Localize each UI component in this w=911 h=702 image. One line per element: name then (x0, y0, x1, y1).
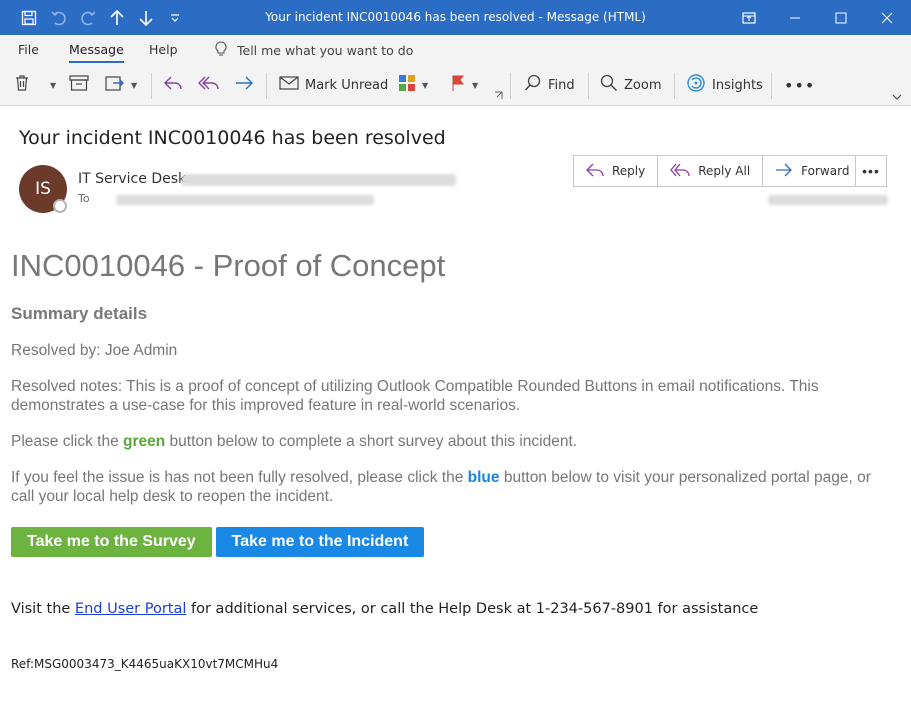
categorize-button[interactable]: ▼ (398, 66, 428, 104)
chevron-down-icon[interactable]: ▼ (422, 81, 428, 90)
message-subject: Your incident INC0010046 has been resolv… (19, 127, 446, 149)
move-to-folder-icon (105, 74, 125, 96)
collapse-ribbon-icon[interactable] (892, 90, 902, 104)
chevron-down-icon[interactable]: ▼ (50, 81, 56, 90)
survey-instruction: Please click the green button below to c… (11, 432, 891, 451)
tab-message[interactable]: Message (69, 42, 124, 63)
flag-icon (450, 74, 466, 96)
response-buttons: Reply Reply All Forward (573, 155, 863, 187)
toolbar-divider (151, 73, 152, 99)
zoom-button[interactable]: Zoom (600, 66, 661, 104)
undo-icon[interactable] (46, 0, 72, 35)
redacted-timestamp (768, 195, 888, 205)
magnifier-icon (600, 74, 618, 96)
forward-button[interactable]: Forward (763, 156, 861, 186)
reply-all-label: Reply All (698, 164, 751, 178)
find-label: Find (548, 77, 575, 93)
forward-icon (775, 163, 793, 180)
toolbar-divider (266, 73, 267, 99)
reply-toolbar-button[interactable] (163, 66, 183, 104)
reply-label: Reply (612, 164, 646, 178)
presence-status-icon (53, 199, 67, 213)
tab-file[interactable]: File (18, 42, 39, 57)
survey-button[interactable]: Take me to the Survey (11, 527, 212, 557)
dialog-launcher-icon[interactable] (494, 86, 503, 104)
reply-all-icon (198, 75, 220, 95)
incident-button[interactable]: Take me to the Incident (215, 527, 425, 557)
survey-suffix: button below to complete a short survey … (165, 433, 578, 450)
more-commands-icon[interactable]: ••• (784, 66, 815, 104)
message-body: INC0010046 - Proof of Concept Summary de… (11, 244, 891, 671)
minimize-icon[interactable] (772, 0, 818, 35)
archive-icon (69, 75, 89, 95)
forward-label: Forward (801, 164, 850, 178)
trash-icon (14, 74, 30, 96)
insights-icon (686, 73, 706, 97)
redacted-recipients (116, 195, 374, 205)
resolved-by: Resolved by: Joe Admin (11, 342, 178, 359)
forward-toolbar-button[interactable] (234, 66, 254, 104)
chevron-down-icon[interactable]: ▼ (131, 81, 137, 90)
message-reference: Ref:MSG0003473_K4465uaKX10vt7MCMHu4 (11, 657, 279, 671)
zoom-label: Zoom (624, 77, 662, 93)
arrow-down-icon[interactable] (133, 0, 159, 35)
customize-icon[interactable] (162, 0, 188, 35)
body-heading: INC0010046 - Proof of Concept (11, 248, 446, 283)
redacted-sender-email (182, 174, 456, 186)
reply-icon (586, 163, 604, 180)
lightbulb-icon (215, 41, 227, 60)
green-word: green (123, 433, 166, 450)
title-bar: Your incident INC0010046 has been resolv… (0, 0, 911, 35)
incident-instruction: If you feel the issue is has not been fu… (11, 468, 891, 506)
window-title: Your incident INC0010046 has been resolv… (265, 10, 646, 24)
reply-icon (163, 75, 183, 95)
redo-icon[interactable] (75, 0, 101, 35)
move-button[interactable]: ▼ (105, 66, 137, 104)
reply-all-button[interactable]: Reply All (658, 156, 764, 186)
ribbon-toolbar: ▼ ▼ Mark Unread ▼ ▼ Find Zoom Insights •… (0, 66, 911, 106)
find-button[interactable]: Find (524, 66, 575, 104)
close-icon[interactable] (864, 0, 910, 35)
more-actions-button[interactable]: ••• (855, 155, 887, 187)
tab-help[interactable]: Help (149, 42, 178, 57)
toolbar-divider (674, 73, 675, 99)
save-icon[interactable] (16, 0, 42, 35)
chevron-down-icon[interactable]: ▼ (472, 81, 478, 90)
incident-prefix: If you feel the issue is has not been fu… (11, 469, 468, 486)
tell-me-label: Tell me what you want to do (237, 43, 414, 58)
toolbar-divider (588, 73, 589, 99)
summary-title: Summary details (11, 304, 148, 323)
blue-word: blue (467, 469, 500, 486)
tell-me-search[interactable]: Tell me what you want to do (215, 41, 413, 60)
mark-unread-button[interactable]: Mark Unread (279, 66, 388, 104)
visit-portal-text: Visit the End User Portal for additional… (11, 601, 891, 617)
forward-icon (234, 75, 254, 95)
action-buttons: Take me to the Survey Take me to the Inc… (11, 527, 891, 557)
insights-label: Insights (712, 77, 763, 93)
envelope-icon (279, 75, 299, 95)
resolved-notes: Resolved notes: This is a proof of conce… (11, 378, 819, 414)
survey-prefix: Please click the (11, 433, 123, 450)
maximize-icon[interactable] (818, 0, 864, 35)
mark-unread-label: Mark Unread (305, 77, 389, 93)
delete-button[interactable]: ▼ (14, 66, 56, 104)
visit-prefix: Visit the (11, 601, 75, 617)
ribbon-tabs: File Message Help Tell me what you want … (0, 35, 911, 66)
reply-button[interactable]: Reply (574, 156, 659, 186)
sender-name[interactable]: IT Service Desk (78, 171, 186, 187)
archive-button[interactable] (69, 66, 89, 104)
reply-all-toolbar-button[interactable] (198, 66, 220, 104)
toolbar-divider (510, 73, 511, 99)
search-icon (524, 74, 542, 96)
categorize-icon (398, 74, 416, 96)
follow-up-button[interactable]: ▼ (450, 66, 478, 104)
reply-all-icon (670, 163, 690, 180)
visit-suffix: for additional services, or call the Hel… (186, 601, 759, 617)
toolbar-divider (771, 73, 772, 99)
to-label: To (78, 192, 90, 205)
end-user-portal-link[interactable]: End User Portal (75, 601, 186, 617)
arrow-up-icon[interactable] (104, 0, 130, 35)
restore-view-icon[interactable] (726, 0, 772, 35)
insights-button[interactable]: Insights (686, 66, 763, 104)
